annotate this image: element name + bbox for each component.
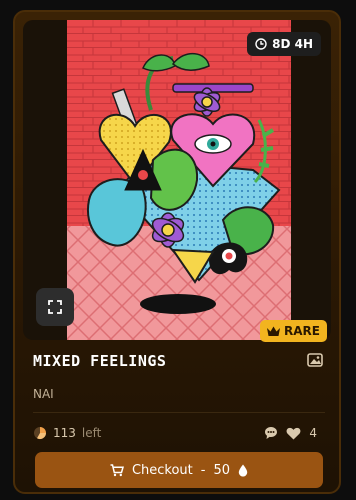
nft-card[interactable]: 8D 4H RARE MIXED FEELINGS NAI 113 left 4…: [13, 10, 341, 494]
stock-label: left: [81, 426, 102, 440]
likes-count: 4: [309, 426, 317, 440]
stock-count: 113: [53, 426, 76, 440]
crown-icon: [267, 326, 280, 336]
expand-icon: [48, 300, 62, 314]
checkout-label: Checkout: [131, 462, 193, 478]
social-actions: 4: [264, 426, 317, 440]
artwork-frame[interactable]: 8D 4H: [23, 20, 331, 340]
heart-icon[interactable]: [286, 427, 301, 440]
checkout-price: 50: [213, 462, 231, 478]
clock-icon: [255, 38, 267, 50]
fullscreen-button[interactable]: [36, 288, 74, 326]
stock-info: 113 left: [33, 426, 101, 440]
cart-icon: [110, 463, 124, 476]
pie-icon: [34, 427, 46, 440]
rarity-badge: RARE: [260, 320, 327, 342]
drop-icon: [238, 464, 248, 476]
checkout-separator: -: [200, 462, 206, 478]
artist-name[interactable]: NAI: [33, 387, 54, 401]
image-icon: [307, 353, 323, 367]
checkout-button[interactable]: Checkout - 50: [35, 452, 323, 488]
divider: [33, 412, 325, 413]
nft-title: MIXED FEELINGS: [33, 352, 167, 370]
comment-icon[interactable]: [264, 426, 278, 440]
timer-text: 8D 4H: [272, 37, 313, 51]
timer-badge: 8D 4H: [247, 32, 321, 56]
rarity-label: RARE: [284, 324, 320, 338]
